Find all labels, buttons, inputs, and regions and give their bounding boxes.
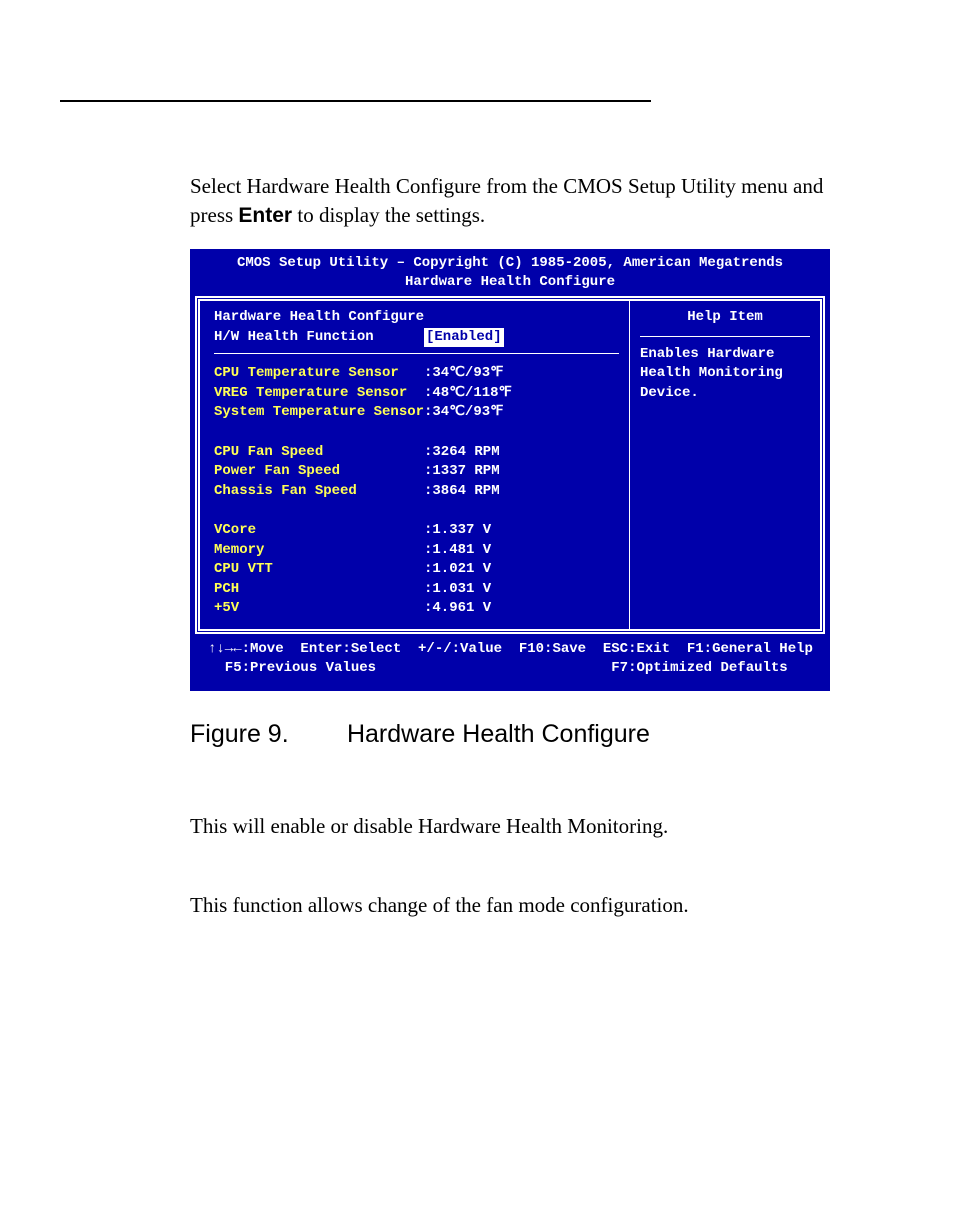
footer-line2: F5:Previous Values F7:Optimized Defaults — [208, 659, 812, 679]
sensor-value: :3264 RPM — [424, 443, 500, 463]
sensor-label: CPU Fan Speed — [214, 443, 424, 463]
sensor-row: VREG Temperature Sensor:48℃/118℉ — [214, 384, 619, 404]
sensor-value: :3864 RPM — [424, 482, 500, 502]
sensor-label: System Temperature Sensor — [214, 403, 424, 423]
sensor-row: CPU VTT:1.021 V — [214, 560, 619, 580]
sensor-row: CPU Temperature Sensor:34℃/93℉ — [214, 364, 619, 384]
bios-right-pane: Help Item Enables Hardware Health Monito… — [629, 301, 820, 629]
sensor-label: Chassis Fan Speed — [214, 482, 424, 502]
sensor-label: CPU Temperature Sensor — [214, 364, 424, 384]
section-hw-health: This will enable or disable Hardware Hea… — [190, 812, 870, 841]
sensor-value: :1.021 V — [424, 560, 491, 580]
bios-footer: ↑↓→←:Move Enter:Select +/-/:Value F10:Sa… — [192, 634, 828, 689]
enter-key-bold: Enter — [238, 204, 292, 227]
sensor-row: Memory:1.481 V — [214, 541, 619, 561]
bios-left-pane: Hardware Health Configure H/W Health Fun… — [200, 301, 629, 629]
sensor-row — [214, 423, 619, 443]
sensor-label: VCore — [214, 521, 424, 541]
sensor-row — [214, 501, 619, 521]
figure-caption: Figure 9. Hardware Health Configure — [190, 717, 954, 752]
hw-func-value[interactable]: [Enabled] — [424, 328, 504, 348]
sensor-value: :4.961 V — [424, 599, 491, 619]
sensor-row: +5V:4.961 V — [214, 599, 619, 619]
help-text-line3: Device. — [640, 384, 810, 404]
sensor-row: Power Fan Speed:1337 RPM — [214, 462, 619, 482]
intro-post: to display the settings. — [292, 203, 485, 227]
sensor-label: VREG Temperature Sensor — [214, 384, 424, 404]
sensor-row: Chassis Fan Speed:3864 RPM — [214, 482, 619, 502]
footer-line1: ↑↓→←:Move Enter:Select +/-/:Value F10:Sa… — [208, 640, 812, 660]
bios-title-line1: CMOS Setup Utility – Copyright (C) 1985-… — [237, 255, 783, 271]
heading-label: Hardware Health Configure — [214, 308, 424, 328]
help-title: Help Item — [640, 308, 810, 337]
figure-number: Figure 9. — [190, 717, 340, 752]
sensor-label: PCH — [214, 580, 424, 600]
bios-title: CMOS Setup Utility – Copyright (C) 1985-… — [192, 251, 828, 296]
sensor-row: PCH:1.031 V — [214, 580, 619, 600]
sensor-value: :1.481 V — [424, 541, 491, 561]
bios-title-line2: Hardware Health Configure — [405, 274, 615, 290]
section-fan-mode: This function allows change of the fan m… — [190, 891, 870, 920]
divider-line — [214, 353, 619, 354]
top-rule — [60, 100, 651, 102]
figure-title: Hardware Health Configure — [347, 720, 650, 748]
bios-screen: CMOS Setup Utility – Copyright (C) 1985-… — [190, 249, 830, 691]
sensor-label: Memory — [214, 541, 424, 561]
sensor-value: :34℃/93℉ — [424, 403, 503, 423]
sensor-row: System Temperature Sensor:34℃/93℉ — [214, 403, 619, 423]
sensor-value: :48℃/118℉ — [424, 384, 512, 404]
sensor-row: VCore:1.337 V — [214, 521, 619, 541]
sensor-label: Power Fan Speed — [214, 462, 424, 482]
help-text-line1: Enables Hardware — [640, 345, 810, 365]
sensor-value: :34℃/93℉ — [424, 364, 503, 384]
sensor-value: :1.337 V — [424, 521, 491, 541]
hw-func-label: H/W Health Function — [214, 328, 424, 348]
sensor-value: :1337 RPM — [424, 462, 500, 482]
sensor-row: CPU Fan Speed:3264 RPM — [214, 443, 619, 463]
intro-paragraph: Select Hardware Health Configure from th… — [190, 172, 870, 231]
sensor-value: :1.031 V — [424, 580, 491, 600]
sensor-label: +5V — [214, 599, 424, 619]
help-text-line2: Health Monitoring — [640, 364, 810, 384]
sensor-label: CPU VTT — [214, 560, 424, 580]
